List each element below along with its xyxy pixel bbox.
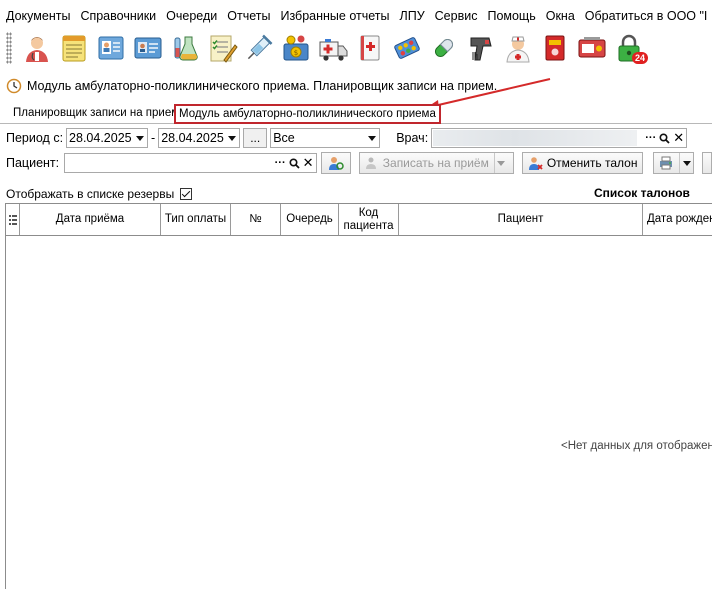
- main-toolbar: $ 24: [0, 26, 712, 70]
- col-payment-type[interactable]: Тип оплаты: [161, 204, 231, 235]
- show-reserves-checkbox[interactable]: [180, 188, 193, 200]
- search-icon[interactable]: [289, 157, 300, 169]
- doctor-field[interactable]: ··· ✕: [431, 128, 688, 148]
- module-title-bar: Модуль амбулаторно-поликлинического прие…: [0, 76, 712, 96]
- list-title: Список талонов: [594, 186, 690, 200]
- ambulance-icon[interactable]: [316, 30, 350, 66]
- notepad-icon[interactable]: [57, 30, 91, 66]
- date-to-picker[interactable]: 28.04.2025: [158, 128, 241, 148]
- syringe-icon[interactable]: [242, 30, 276, 66]
- menu-reports[interactable]: Отчеты: [222, 9, 275, 23]
- period-select-button[interactable]: ...: [243, 128, 268, 148]
- page-title: Модуль амбулаторно-поликлинического прие…: [27, 79, 498, 93]
- doctor-value-redacted: [433, 130, 638, 146]
- clock-icon: [6, 78, 22, 94]
- person-remove-icon: [528, 156, 543, 170]
- patient-label: Пациент:: [6, 156, 60, 170]
- show-reserves-label: Отображать в списке резервы: [6, 187, 175, 201]
- menu-references[interactable]: Справочники: [75, 9, 161, 23]
- lock-notify-icon[interactable]: 24: [612, 30, 648, 66]
- nurse-icon[interactable]: [501, 30, 535, 66]
- grid-empty-message: <Нет данных для отображени: [561, 440, 712, 452]
- patient-clear-button[interactable]: ✕: [303, 155, 314, 171]
- doctor-select-button[interactable]: ···: [645, 132, 656, 144]
- chevron-down-icon[interactable]: [679, 153, 693, 173]
- menu-queues[interactable]: Очереди: [161, 9, 222, 23]
- col-birth-date[interactable]: Дата рожден: [643, 204, 712, 235]
- tab-scheduler[interactable]: Планировщик записи на прием: [13, 105, 179, 123]
- checklist-icon[interactable]: [205, 30, 239, 66]
- period-dash: -: [151, 131, 156, 145]
- col-patient[interactable]: Пациент: [399, 204, 643, 235]
- doctor-clear-button[interactable]: ✕: [673, 130, 684, 146]
- main-menubar: Документы Справочники Очереди Отчеты Изб…: [0, 6, 712, 26]
- cancel-ticket-label: Отменить талон: [546, 156, 638, 170]
- capsule-icon[interactable]: [427, 30, 461, 66]
- id-card-icon[interactable]: [131, 30, 165, 66]
- money-box-icon[interactable]: $: [279, 30, 313, 66]
- patient-card-button[interactable]: [320, 152, 351, 174]
- payment-type-select[interactable]: Все: [270, 128, 381, 148]
- lab-flask-icon[interactable]: [168, 30, 202, 66]
- menu-windows[interactable]: Окна: [541, 9, 580, 23]
- patient-filter-row: Пациент: ··· ✕ Записать на приём Отменит…: [0, 152, 712, 174]
- date-from-picker[interactable]: 28.04.2025: [66, 128, 149, 148]
- pill-pack-icon[interactable]: [390, 30, 424, 66]
- patient-select-button[interactable]: ···: [275, 157, 286, 169]
- col-visit-date[interactable]: Дата приёма: [20, 204, 161, 235]
- red-book-icon[interactable]: [538, 30, 572, 66]
- print-menu-button[interactable]: [653, 152, 695, 174]
- svg-text:$: $: [294, 49, 298, 57]
- doctor-label: Врач:: [396, 131, 429, 145]
- medical-book-icon[interactable]: [353, 30, 387, 66]
- patient-field[interactable]: ··· ✕: [64, 153, 317, 173]
- module-tabs: Планировщик записи на прием Модуль амбул…: [0, 103, 712, 124]
- col-queue[interactable]: Очередь: [281, 204, 339, 235]
- doctor-icon[interactable]: [20, 30, 54, 66]
- menu-favorite-reports[interactable]: Избранные отчеты: [275, 9, 394, 23]
- toolbar-grip[interactable]: [6, 32, 12, 64]
- menu-lpu[interactable]: ЛПУ: [395, 9, 430, 23]
- book-appointment-button[interactable]: Записать на приём: [358, 152, 514, 174]
- cancel-ticket-button[interactable]: Отменить талон: [521, 152, 644, 174]
- patient-search-icon: [328, 157, 344, 170]
- menu-help[interactable]: Помощь: [482, 9, 540, 23]
- chevron-down-icon[interactable]: [133, 129, 147, 147]
- date-from-value: 28.04.2025: [69, 131, 132, 145]
- grid-header: Дата приёма Тип оплаты № Очередь Код пац…: [6, 203, 712, 236]
- chevron-down-icon[interactable]: [365, 129, 379, 147]
- column-chooser-icon[interactable]: [6, 204, 20, 235]
- print-icon: [660, 156, 673, 170]
- col-number[interactable]: №: [231, 204, 281, 235]
- person-add-icon: [365, 157, 376, 169]
- contacts-card-icon[interactable]: [94, 30, 128, 66]
- col-patient-code[interactable]: Код пациента: [339, 204, 399, 235]
- tab-outpatient-module[interactable]: Модуль амбулаторно-поликлинического прие…: [174, 104, 441, 124]
- period-label: Период с:: [6, 131, 64, 145]
- chevron-down-icon[interactable]: [493, 153, 508, 173]
- barcode-scanner-icon[interactable]: [464, 30, 498, 66]
- chevron-down-icon[interactable]: [225, 129, 239, 147]
- card-reader-icon[interactable]: [575, 30, 609, 66]
- tickets-grid: Дата приёма Тип оплаты № Очередь Код пац…: [5, 203, 712, 589]
- menu-service[interactable]: Сервис: [430, 9, 483, 23]
- date-to-value: 28.04.2025: [161, 131, 224, 145]
- menu-contact-vendor[interactable]: Обратиться в ООО "I: [580, 9, 712, 23]
- book-appointment-label: Записать на приём: [382, 156, 489, 170]
- window-caption-strip: [0, 0, 712, 5]
- notification-badge: 24: [631, 52, 648, 64]
- menu-documents[interactable]: Документы: [0, 9, 75, 23]
- overflow-button[interactable]: [702, 152, 712, 174]
- payment-type-value: Все: [273, 131, 295, 145]
- period-filter-row: Период с: 28.04.2025 - 28.04.2025 ... Вс…: [0, 127, 712, 149]
- search-icon[interactable]: [659, 132, 670, 144]
